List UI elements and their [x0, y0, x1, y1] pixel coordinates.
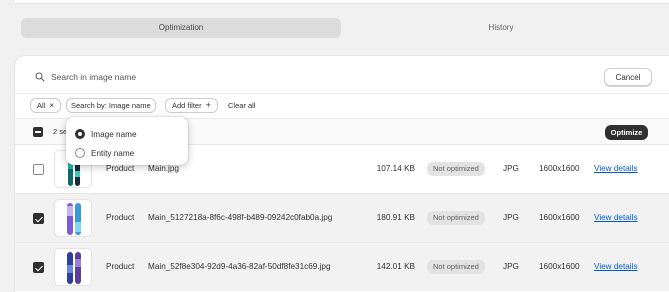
- row-checkbox[interactable]: [33, 213, 44, 224]
- snowboard-image: [67, 203, 81, 235]
- dimensions-cell: 1600x1600: [539, 213, 580, 222]
- filter-chip-all[interactable]: All ×: [30, 98, 62, 113]
- view-tabs: Optimization History: [21, 18, 661, 38]
- plus-icon: +: [205, 100, 211, 110]
- radio-icon[interactable]: [75, 148, 85, 158]
- filter-bar: All × Search by: Image name Add filter + C…: [15, 93, 669, 117]
- snowboard-image: [67, 252, 81, 284]
- filetype-cell: JPG: [503, 213, 519, 222]
- tab-optimization[interactable]: Optimization: [21, 18, 341, 38]
- status-badge: Not optimized: [427, 211, 485, 225]
- close-icon[interactable]: ×: [49, 101, 54, 110]
- filesize-cell: 142.01 KB: [376, 262, 415, 271]
- status-badge: Not optimized: [427, 162, 485, 176]
- search-by-dropdown: Image name Entity name: [66, 117, 188, 165]
- view-details-link[interactable]: View details: [594, 164, 638, 173]
- product-thumbnail: [54, 248, 92, 286]
- view-details-link[interactable]: View details: [594, 262, 638, 271]
- filename-cell: Main_52f8e304-92d9-4a36-82af-50df8fe31c6…: [148, 262, 331, 271]
- filetype-cell: JPG: [503, 164, 519, 173]
- search-row: Cancel: [15, 64, 669, 90]
- filename-cell: Main.jpg: [148, 164, 179, 173]
- select-all-checkbox[interactable]: [33, 127, 43, 137]
- filesize-cell: 180.91 KB: [376, 213, 415, 222]
- dimensions-cell: 1600x1600: [539, 262, 580, 271]
- optimize-button[interactable]: Optimize: [605, 125, 648, 140]
- table-row[interactable]: Product Main_5127218a-8f6c-498f-b489-092…: [15, 193, 669, 242]
- option-label: Image name: [91, 129, 137, 139]
- entity-cell: Product: [106, 213, 135, 222]
- product-thumbnail: [54, 199, 92, 237]
- search-by-label: Search by: Image name: [71, 101, 151, 110]
- clear-all-button[interactable]: Clear all: [228, 101, 256, 110]
- radio-selected-icon[interactable]: [75, 129, 85, 139]
- add-filter-label: Add filter: [172, 101, 202, 110]
- entity-cell: Product: [106, 164, 135, 173]
- table-row[interactable]: Product Main_52f8e304-92d9-4a36-82af-50d…: [15, 242, 669, 291]
- tab-history[interactable]: History: [341, 18, 661, 38]
- option-entity-name[interactable]: Entity name: [75, 146, 134, 160]
- search-by-button[interactable]: Search by: Image name: [66, 98, 156, 113]
- filename-cell: Main_5127218a-8f6c-498f-b489-09242c0fab0…: [148, 213, 333, 222]
- status-badge: Not optimized: [427, 260, 485, 274]
- dimensions-cell: 1600x1600: [539, 164, 580, 173]
- filetype-cell: JPG: [503, 262, 519, 271]
- option-label: Entity name: [91, 148, 135, 158]
- row-checkbox[interactable]: [33, 262, 44, 273]
- top-bar: [15, 0, 669, 4]
- option-image-name[interactable]: Image name: [75, 127, 137, 141]
- entity-cell: Product: [106, 262, 135, 271]
- add-filter-button[interactable]: Add filter +: [165, 98, 218, 113]
- search-input[interactable]: [51, 68, 551, 86]
- row-checkbox[interactable]: [33, 164, 44, 175]
- search-icon: [35, 72, 45, 82]
- cancel-button[interactable]: Cancel: [604, 68, 652, 86]
- filesize-cell: 107.14 KB: [376, 164, 415, 173]
- view-details-link[interactable]: View details: [594, 213, 638, 222]
- images-card: Cancel All× Search by: Image name Add fi…: [15, 56, 669, 292]
- filter-chip-all-label: All: [37, 101, 46, 110]
